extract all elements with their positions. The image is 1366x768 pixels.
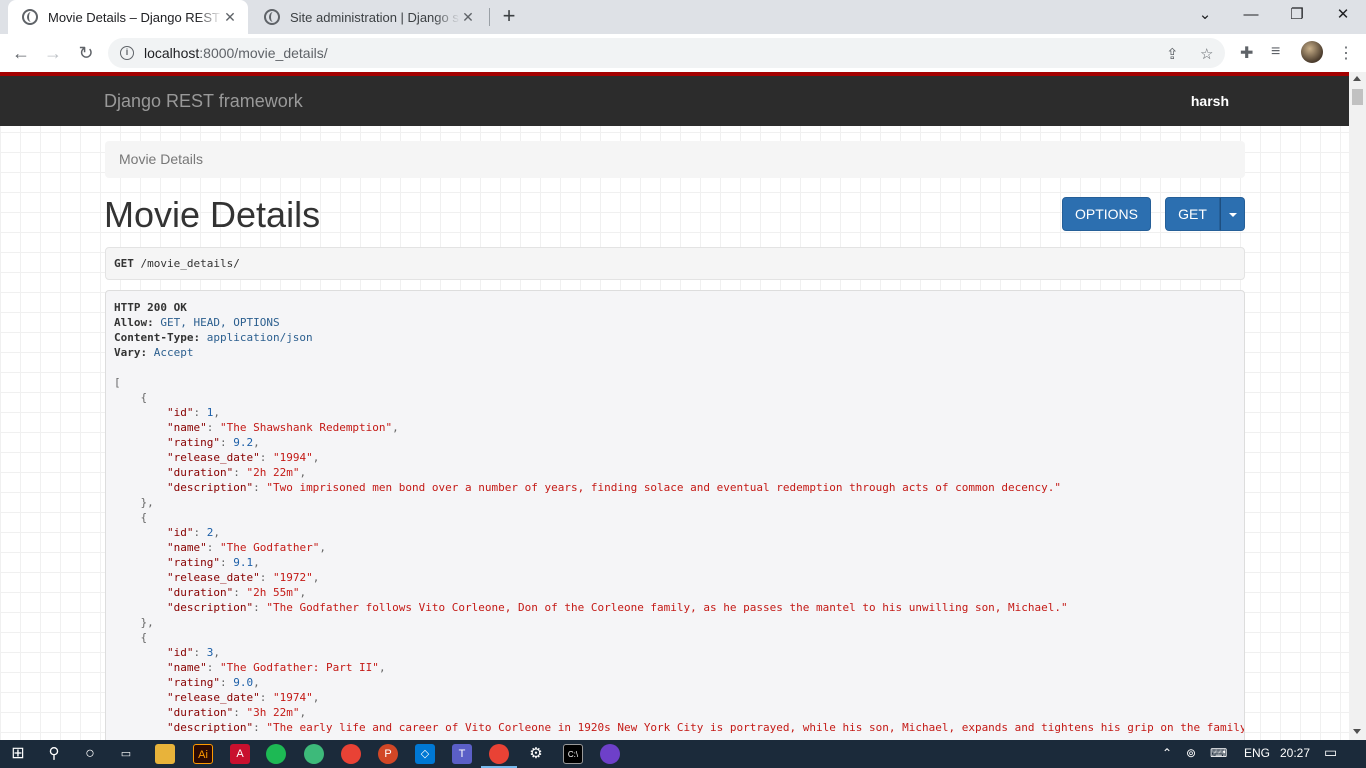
movie-release-date: "1994" (272, 451, 313, 464)
browser-toolbar: ← → ↻ i localhost:8000/movie_details/ ⇪ … (0, 34, 1366, 72)
browser-tab-site-admin[interactable]: Site administration | Django site admin … (250, 0, 486, 34)
media-queue-icon[interactable]: ≡ (1271, 43, 1280, 61)
settings-gear-icon[interactable]: ⚙ (526, 744, 546, 764)
vscode-icon[interactable]: ◇ (415, 744, 435, 764)
teams-icon[interactable]: T (452, 744, 472, 764)
tab-divider (489, 8, 490, 26)
cortana-icon[interactable]: ○ (80, 744, 100, 764)
get-format-dropdown[interactable] (1220, 197, 1245, 231)
extensions-puzzle-icon[interactable]: ✚ (1240, 43, 1253, 63)
header-key: Vary: (114, 346, 148, 359)
language-indicator[interactable]: ENG (1244, 746, 1270, 760)
caret-down-icon (1228, 213, 1237, 218)
site-info-icon[interactable]: i (120, 46, 134, 60)
browser-tab-movie-details[interactable]: Movie Details – Django REST framework ✕ (8, 0, 248, 34)
address-bar[interactable]: i localhost:8000/movie_details/ ⇪ ☆ (108, 38, 1225, 68)
page-viewport: Django REST framework harsh Movie Detail… (0, 72, 1349, 740)
movie-description: "The Godfather follows Vito Corleone, Do… (266, 601, 1068, 614)
tab-title: Movie Details – Django REST framework (48, 9, 222, 25)
request-method: GET (114, 257, 134, 270)
drf-navbar: Django REST framework harsh (0, 76, 1349, 126)
share-icon[interactable]: ⇪ (1166, 45, 1179, 63)
request-path: /movie_details/ (140, 257, 240, 270)
powerpoint-icon[interactable]: P (378, 744, 398, 764)
globe-icon (22, 9, 38, 25)
movie-name: "The Shawshank Redemption" (219, 421, 393, 434)
scroll-thumb[interactable] (1352, 89, 1363, 105)
menu-kebab-icon[interactable]: ⋮ (1338, 43, 1354, 63)
reload-icon[interactable]: ↻ (73, 40, 99, 66)
file-explorer-icon[interactable] (155, 744, 175, 764)
header-value: GET, HEAD, OPTIONS (160, 316, 280, 329)
url-path: :8000/movie_details/ (199, 45, 328, 61)
page-title: Movie Details (104, 194, 321, 235)
spotify-icon[interactable] (266, 744, 286, 764)
breadcrumb: Movie Details (105, 141, 1245, 178)
chatgpt-icon[interactable] (304, 744, 324, 764)
header-key: Allow: (114, 316, 154, 329)
response-status: HTTP 200 OK (114, 301, 187, 314)
movie-release-date: "1972" (272, 571, 313, 584)
terminal-icon[interactable]: C:\ (563, 744, 583, 764)
movie-release-date: "1974" (272, 691, 313, 704)
movie-rating: 9.1 (233, 556, 254, 569)
back-arrow-icon[interactable]: ← (8, 40, 34, 66)
chrome-icon[interactable] (341, 744, 361, 764)
windows-start-icon[interactable]: ⊞ (8, 744, 28, 764)
globe-icon (264, 9, 280, 25)
movie-duration: "2h 22m" (246, 466, 300, 479)
acrobat-icon[interactable]: A (230, 744, 250, 764)
header-value: application/json (206, 331, 313, 344)
movie-description: "Two imprisoned men bond over a number o… (266, 481, 1062, 494)
keyboard-icon[interactable]: ⌨ (1210, 746, 1227, 760)
restore-button[interactable]: ❐ (1274, 0, 1320, 30)
response-info: HTTP 200 OK Allow: GET, HEAD, OPTIONS Co… (105, 290, 1245, 740)
tab-title: Site administration | Django site admin (290, 9, 460, 25)
tab-close-icon[interactable]: ✕ (460, 9, 476, 26)
movie-rating: 9.0 (233, 676, 254, 689)
movie-rating: 9.2 (233, 436, 254, 449)
illustrator-icon[interactable]: Ai (193, 744, 213, 764)
brand-link[interactable]: Django REST framework (104, 91, 303, 112)
scroll-up-arrow-icon[interactable] (1353, 76, 1361, 81)
url-host: localhost (144, 45, 200, 61)
chrome-active-icon[interactable] (481, 744, 517, 768)
task-view-icon[interactable]: ▭ (116, 744, 136, 764)
scroll-down-arrow-icon[interactable] (1353, 729, 1361, 734)
page-scrollbar[interactable] (1349, 72, 1366, 740)
browser-tabstrip: Movie Details – Django REST framework ✕ … (0, 0, 1366, 34)
forward-arrow-icon[interactable]: → (40, 40, 66, 66)
address-url: localhost:8000/movie_details/ (144, 45, 328, 61)
tab-search-chevron-icon[interactable]: ⌄ (1182, 0, 1228, 30)
tab-close-icon[interactable]: ✕ (222, 9, 238, 26)
github-desktop-icon[interactable] (600, 744, 620, 764)
request-info: GET /movie_details/ (105, 247, 1245, 280)
movie-duration: "3h 22m" (246, 706, 300, 719)
get-button[interactable]: GET (1165, 197, 1220, 231)
movie-duration: "2h 55m" (246, 586, 300, 599)
bookmark-star-icon[interactable]: ☆ (1200, 45, 1213, 63)
network-icon[interactable]: ⊚ (1186, 746, 1196, 760)
profile-avatar[interactable] (1301, 41, 1323, 63)
new-tab-button[interactable]: + (498, 5, 520, 27)
options-button[interactable]: OPTIONS (1062, 197, 1151, 231)
search-icon[interactable]: ⚲ (44, 744, 64, 764)
movie-description: "The early life and career of Vito Corle… (266, 721, 1245, 734)
movie-name: "The Godfather" (219, 541, 320, 554)
close-window-button[interactable]: ✕ (1320, 0, 1366, 30)
clock[interactable]: 20:27 (1280, 746, 1310, 760)
movie-name: "The Godfather: Part II" (219, 661, 379, 674)
breadcrumb-item[interactable]: Movie Details (119, 151, 203, 167)
notification-icon[interactable]: ▭ (1324, 744, 1337, 761)
minimize-button[interactable]: — (1228, 0, 1274, 30)
user-menu[interactable]: harsh (1191, 93, 1229, 109)
windows-taskbar: ⊞ ⚲ ○ ▭ Ai A P ◇ T ⚙ C:\ ⌃ ⊚ ⌨ ENG 20:27… (0, 740, 1366, 768)
header-key: Content-Type: (114, 331, 201, 344)
header-value: Accept (153, 346, 194, 359)
tray-chevron-up-icon[interactable]: ⌃ (1162, 746, 1172, 760)
